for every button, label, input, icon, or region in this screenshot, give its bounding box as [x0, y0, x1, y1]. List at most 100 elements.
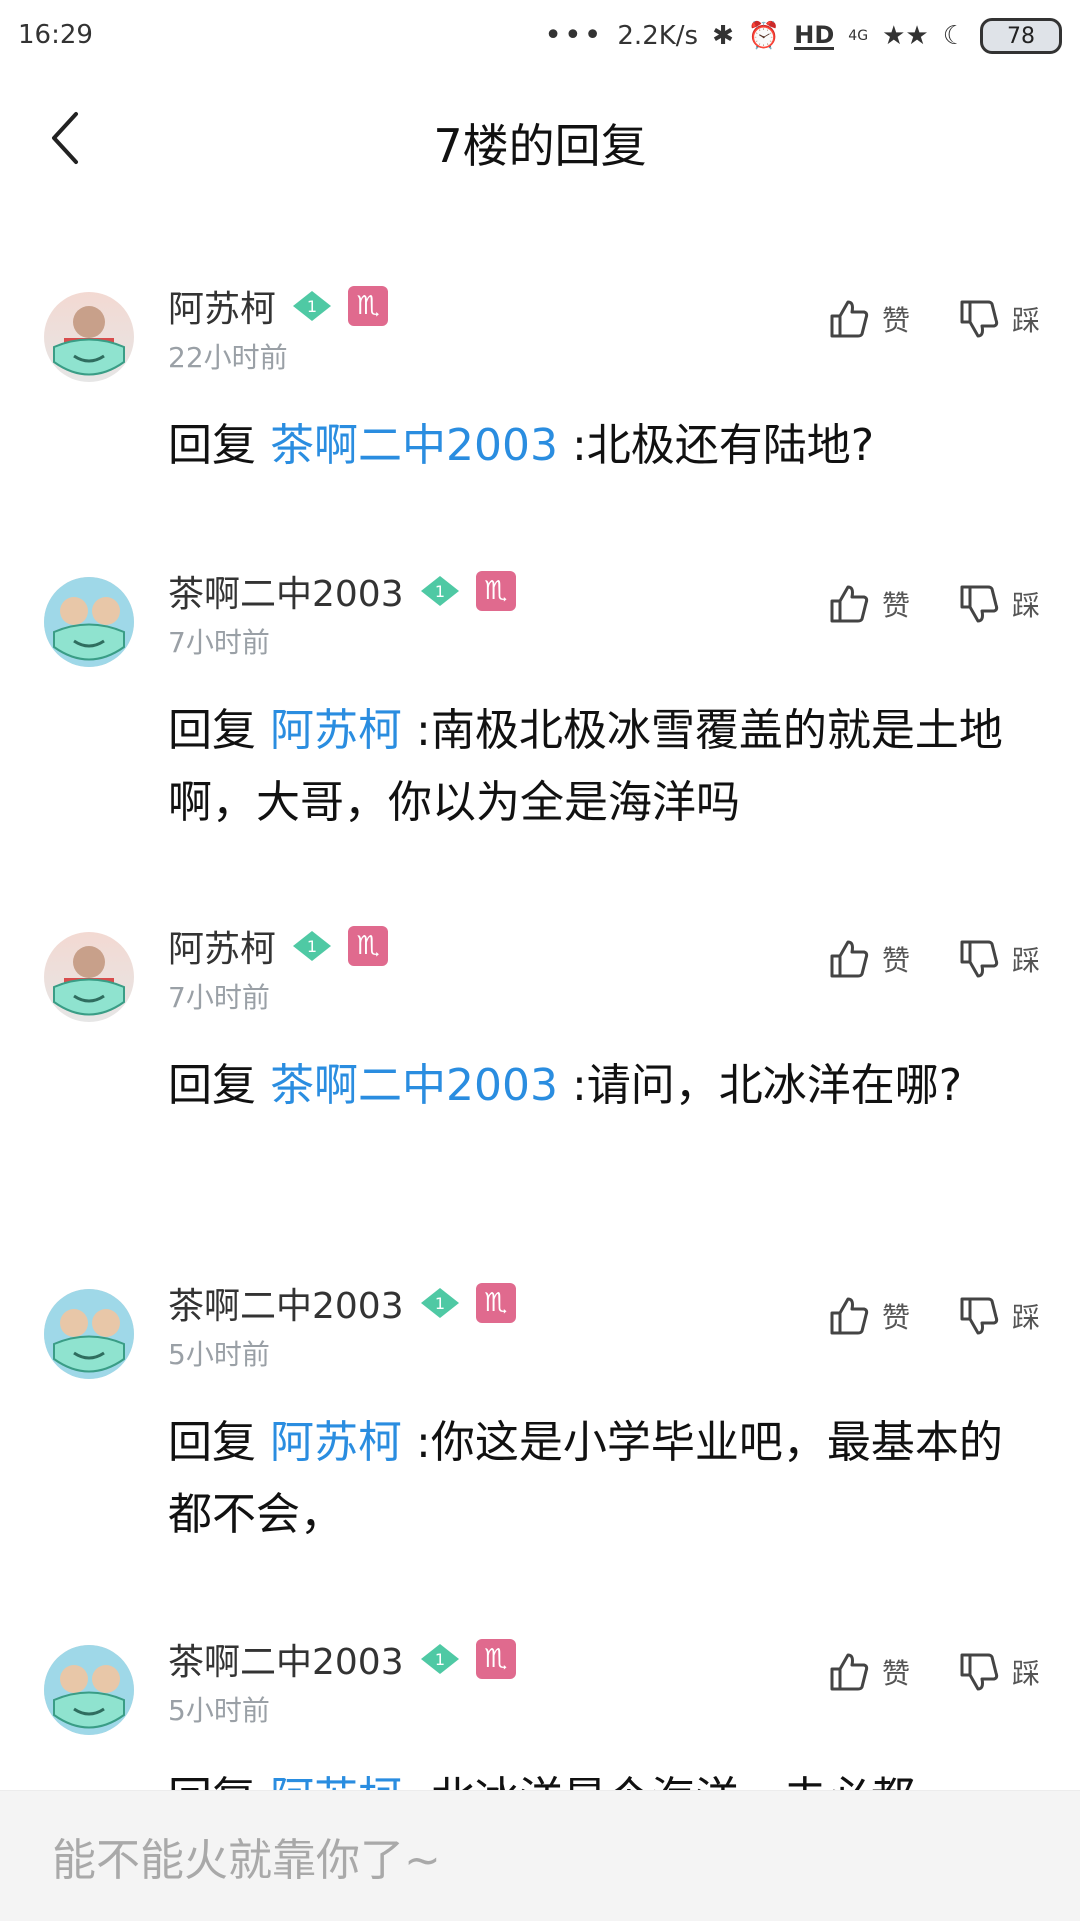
mention-link[interactable]: 茶啊二中2003: [270, 1060, 558, 1111]
more-dots-icon: •••: [544, 18, 604, 53]
dislike-button[interactable]: 踩: [958, 1651, 1040, 1693]
dislike-label: 踩: [1011, 589, 1040, 622]
like-button[interactable]: 赞: [828, 298, 910, 340]
post-time: 7小时前: [168, 626, 270, 659]
avatar[interactable]: [44, 292, 134, 382]
username[interactable]: 茶啊二中2003: [168, 1633, 404, 1685]
like-label: 赞: [881, 304, 910, 337]
mention-link[interactable]: 茶啊二中2003: [270, 420, 558, 471]
dislike-label: 踩: [1011, 944, 1040, 977]
reply-composer: [0, 1790, 1080, 1921]
username-row: 茶啊二中2003 1 ♏: [168, 565, 516, 617]
reply-content: 回复 阿苏柯 :南极北极冰雪覆盖的就是土地啊，大哥，你以为全是海洋吗: [168, 695, 1040, 839]
reply-item: 茶啊二中2003 1 ♏ 5小时前 赞 踩 回复 阿苏柯 :你这是小学毕业吧，最…: [0, 1247, 1080, 1603]
level-badge-icon: 1: [293, 291, 332, 321]
avatar[interactable]: [44, 1645, 134, 1735]
reply-item: 茶啊二中2003 1 ♏ 5小时前 赞 踩 回复 阿苏柯 :北冰洋是个海洋，未必…: [0, 1603, 1080, 1790]
signal-icon: ★★: [882, 21, 929, 51]
like-label: 赞: [881, 944, 910, 977]
like-button[interactable]: 赞: [828, 938, 910, 980]
hd-icon: HD: [794, 20, 835, 50]
dislike-button[interactable]: 踩: [958, 1295, 1040, 1337]
dislike-label: 踩: [1011, 1301, 1040, 1334]
username-row: 茶啊二中2003 1 ♏: [168, 1633, 516, 1685]
status-bar: 16:29 ••• 2.2K/s ✱ ⏰ HD 4G ★★ ☾ 78: [0, 0, 1080, 72]
username[interactable]: 阿苏柯: [168, 920, 276, 972]
mention-link[interactable]: 阿苏柯: [270, 705, 402, 756]
thumbs-down-icon: [960, 940, 999, 978]
zodiac-badge: ♏: [475, 1639, 516, 1679]
reply-prefix: 回复: [168, 1060, 256, 1111]
like-label: 赞: [881, 1657, 910, 1690]
dislike-label: 踩: [1011, 1657, 1040, 1690]
like-button[interactable]: 赞: [828, 1295, 910, 1337]
reply-text: :请问，北冰洋在哪?: [571, 1060, 963, 1111]
moon-icon: ☾: [942, 21, 966, 51]
thumbs-up-icon: [830, 1653, 869, 1691]
like-label: 赞: [881, 589, 910, 622]
dislike-button[interactable]: 踩: [958, 298, 1040, 340]
like-button[interactable]: 赞: [828, 1651, 910, 1693]
username[interactable]: 茶啊二中2003: [168, 565, 404, 617]
page-title: 7楼的回复: [433, 119, 647, 173]
reply-text: :北极还有陆地?: [571, 420, 875, 471]
zodiac-badge: ♏: [475, 1283, 516, 1323]
post-time: 22小时前: [168, 341, 288, 374]
thumbs-down-icon: [960, 585, 999, 623]
svg-text:1: 1: [435, 1294, 445, 1313]
dislike-label: 踩: [1011, 304, 1040, 337]
status-time: 16:29: [18, 20, 93, 50]
mention-link[interactable]: 阿苏柯: [270, 1773, 402, 1790]
username-row: 茶啊二中2003 1 ♏: [168, 1277, 516, 1329]
post-time: 5小时前: [168, 1694, 270, 1727]
reply-item: 茶啊二中2003 1 ♏ 7小时前 赞 踩 回复 阿苏柯 :南极北极冰雪覆盖的就…: [0, 535, 1080, 890]
bluetooth-icon: ✱: [712, 21, 734, 51]
thumbs-up-icon: [830, 1297, 869, 1335]
network-type: 4G: [848, 28, 869, 44]
mention-link[interactable]: 阿苏柯: [270, 1417, 402, 1468]
reply-actions: 赞 踩: [828, 938, 1040, 980]
avatar[interactable]: [44, 1289, 134, 1379]
alarm-icon: ⏰: [747, 21, 781, 51]
reply-actions: 赞 踩: [828, 583, 1040, 625]
zodiac-badge: ♏: [348, 926, 389, 966]
reply-prefix: 回复: [168, 705, 256, 756]
avatar[interactable]: [44, 577, 134, 667]
level-badge-icon: 1: [420, 1288, 459, 1318]
post-time: 5小时前: [168, 1338, 270, 1371]
thumbs-down-icon: [960, 300, 999, 338]
reply-content: 回复 阿苏柯 :你这是小学毕业吧，最基本的都不会，: [168, 1407, 1040, 1551]
thumbs-up-icon: [830, 585, 869, 623]
reply-actions: 赞 踩: [828, 298, 1040, 340]
reply-prefix: 回复: [168, 420, 256, 471]
title-bar: 7楼的回复: [0, 72, 1080, 202]
reply-content: 回复 阿苏柯 :北冰洋是个海洋，未必都: [168, 1763, 1040, 1790]
thumbs-up-icon: [830, 940, 869, 978]
avatar[interactable]: [44, 932, 134, 1022]
like-button[interactable]: 赞: [828, 583, 910, 625]
svg-text:1: 1: [435, 1650, 445, 1669]
level-badge-icon: 1: [420, 1644, 459, 1674]
svg-text:1: 1: [307, 937, 317, 956]
username-row: 阿苏柯 1 ♏: [168, 280, 389, 332]
svg-text:1: 1: [307, 297, 317, 316]
dislike-button[interactable]: 踩: [958, 938, 1040, 980]
zodiac-badge: ♏: [475, 571, 516, 611]
post-time: 7小时前: [168, 981, 270, 1014]
reply-prefix: 回复: [168, 1773, 256, 1790]
reply-actions: 赞 踩: [828, 1295, 1040, 1337]
svg-text:1: 1: [435, 582, 445, 601]
username[interactable]: 阿苏柯: [168, 280, 276, 332]
dislike-button[interactable]: 踩: [958, 583, 1040, 625]
thumbs-down-icon: [960, 1297, 999, 1335]
reply-list[interactable]: 阿苏柯 1 ♏ 22小时前 赞 踩 回复 茶啊二中2003 :北极还有陆地? 茶…: [0, 250, 1080, 1790]
reply-content: 回复 茶啊二中2003 :北极还有陆地?: [168, 410, 1040, 482]
level-badge-icon: 1: [420, 576, 459, 606]
like-label: 赞: [881, 1301, 910, 1334]
thumbs-down-icon: [960, 1653, 999, 1691]
battery-indicator: 78: [980, 18, 1062, 54]
reply-content: 回复 茶啊二中2003 :请问，北冰洋在哪?: [168, 1050, 1040, 1122]
reply-text: :北冰洋是个海洋，未必都: [416, 1773, 915, 1790]
reply-input[interactable]: [50, 1829, 1034, 1891]
username[interactable]: 茶啊二中2003: [168, 1277, 404, 1329]
